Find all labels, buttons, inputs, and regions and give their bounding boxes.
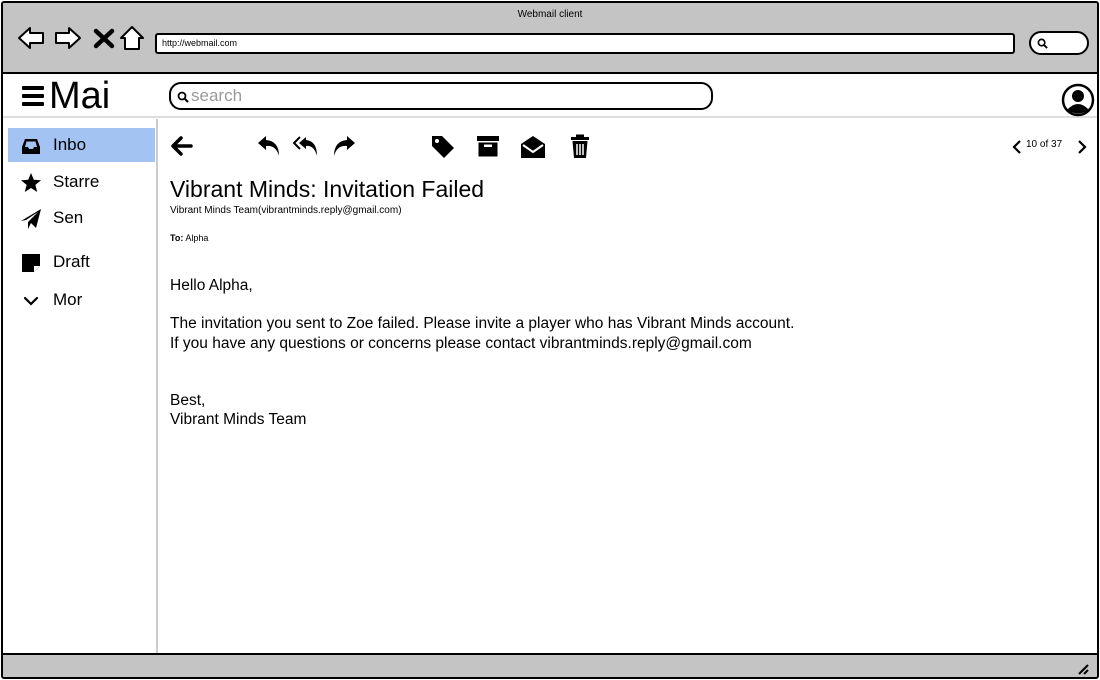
sidebar-item-sent[interactable]: Sen bbox=[8, 201, 155, 235]
forward-icon[interactable] bbox=[331, 133, 357, 159]
search-input[interactable] bbox=[191, 86, 691, 106]
star-icon bbox=[21, 173, 41, 192]
search-box[interactable] bbox=[169, 82, 713, 110]
mark-read-icon[interactable] bbox=[520, 133, 546, 159]
send-icon bbox=[21, 209, 41, 229]
home-icon[interactable] bbox=[118, 23, 146, 53]
url-bar[interactable]: http://webmail.com bbox=[155, 33, 1015, 54]
stop-icon[interactable] bbox=[91, 23, 117, 53]
status-bar bbox=[3, 653, 1097, 677]
pager-count: 10 of 37 bbox=[1026, 139, 1063, 150]
forward-icon[interactable] bbox=[53, 23, 83, 53]
chevron-down-icon bbox=[23, 296, 39, 306]
draft-icon bbox=[22, 254, 40, 272]
previous-icon[interactable] bbox=[1010, 139, 1024, 155]
menu-icon[interactable] bbox=[22, 86, 44, 106]
to-value: Alpha bbox=[185, 233, 209, 243]
browser-window: Webmail client http://webmail.com Mai se… bbox=[1, 1, 1099, 679]
email-view: 10 of 37 Vibrant Minds: Invitation Faile… bbox=[160, 119, 1097, 653]
sidebar-item-drafts[interactable]: Draft bbox=[8, 245, 155, 279]
back-arrow-icon[interactable] bbox=[169, 133, 195, 159]
sidebar-item-starred[interactable]: Starre bbox=[8, 165, 155, 199]
email-signature: Vibrant Minds Team bbox=[170, 411, 307, 428]
window-title: Webmail client bbox=[517, 9, 583, 20]
email-recipient: To: Alpha bbox=[170, 233, 208, 243]
search-icon bbox=[1037, 38, 1048, 49]
sidebar-item-more[interactable]: Mor bbox=[8, 283, 155, 317]
app-logo: Mai bbox=[49, 75, 111, 117]
browser-chrome: Webmail client http://webmail.com bbox=[3, 3, 1097, 74]
email-greeting: Hello Alpha, bbox=[170, 277, 253, 294]
trash-icon[interactable] bbox=[567, 133, 593, 159]
search-icon bbox=[177, 91, 189, 103]
email-sender: Vibrant Minds Team(vibrantminds.reply@gm… bbox=[170, 205, 402, 216]
sidebar: Inbo Starre Sen Draft Mor bbox=[3, 119, 158, 653]
sidebar-item-inbox[interactable]: Inbo bbox=[8, 128, 155, 162]
inbox-icon bbox=[22, 139, 40, 154]
email-body-line: If you have any questions or concerns pl… bbox=[170, 335, 752, 352]
back-icon[interactable] bbox=[16, 23, 46, 53]
reply-icon[interactable] bbox=[256, 133, 282, 159]
email-subject: Vibrant Minds: Invitation Failed bbox=[170, 176, 485, 202]
sidebar-item-label: Inbo bbox=[53, 135, 87, 154]
app-header: Mai bbox=[3, 74, 1097, 118]
user-avatar-icon[interactable] bbox=[1061, 83, 1095, 117]
email-body-line: The invitation you sent to Zoe failed. P… bbox=[170, 315, 795, 332]
archive-icon[interactable] bbox=[475, 133, 501, 159]
reply-all-icon[interactable] bbox=[292, 133, 319, 159]
resize-handle-icon[interactable] bbox=[1075, 661, 1089, 675]
to-label: To: bbox=[170, 233, 184, 243]
tag-icon[interactable] bbox=[430, 133, 456, 159]
sidebar-item-label: Sen bbox=[53, 208, 84, 227]
email-signoff: Best, bbox=[170, 392, 206, 409]
sidebar-item-label: Starre bbox=[53, 172, 100, 191]
sidebar-item-label: Mor bbox=[53, 290, 83, 309]
sidebar-item-label: Draft bbox=[53, 252, 90, 271]
next-icon[interactable] bbox=[1075, 139, 1089, 155]
browser-search-button[interactable] bbox=[1029, 31, 1089, 55]
